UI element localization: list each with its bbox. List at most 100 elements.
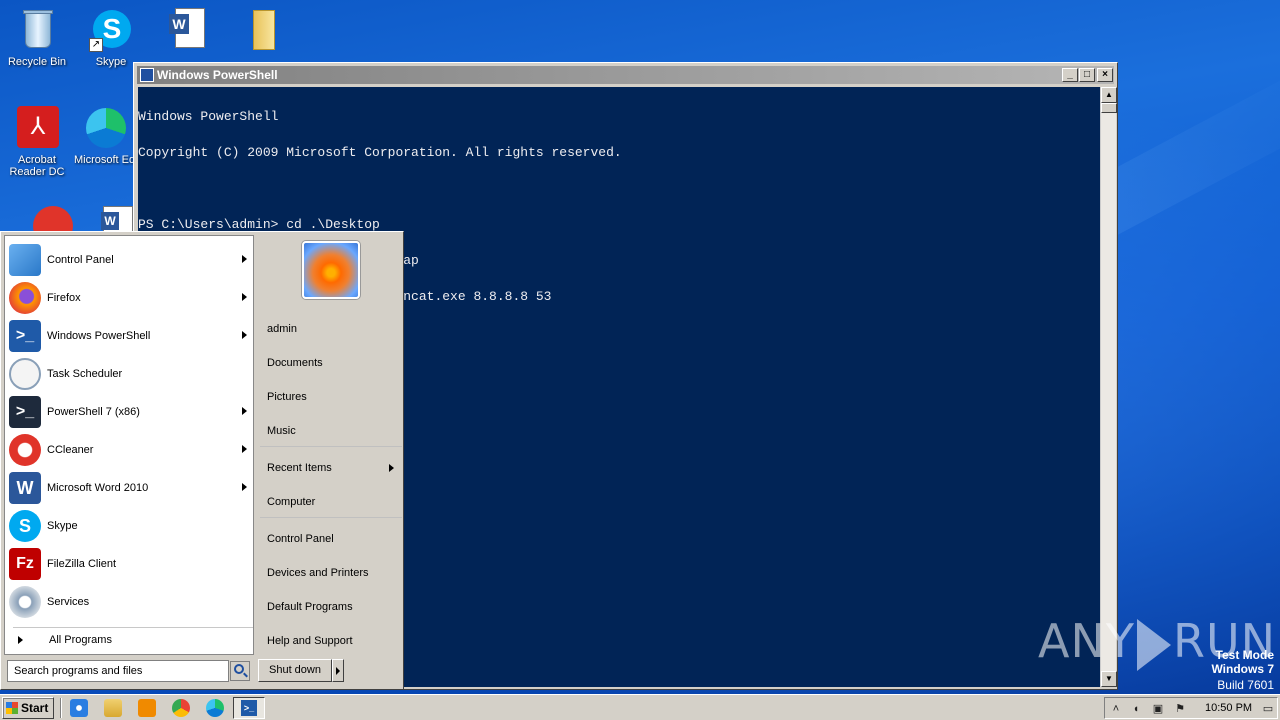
desktop-icon-recycle-bin[interactable]: Recycle Bin <box>0 6 74 68</box>
taskbar: Start >_ ˄ ◖ ▣ ⚑ 10:50 PM ▭ <box>0 694 1280 720</box>
program-control-panel[interactable]: Control Panel <box>9 241 253 279</box>
link-pictures[interactable]: Pictures <box>267 391 307 403</box>
places-divider <box>260 517 402 518</box>
places-divider <box>260 446 402 447</box>
test-mode-text: Test Mode <box>1215 648 1274 662</box>
clock[interactable]: 10:50 PM <box>1205 702 1252 714</box>
search-icon[interactable] <box>230 661 250 681</box>
console-line: PS C:\Users\admin> cd .\Desktop <box>138 217 380 232</box>
submenu-arrow-icon <box>242 331 247 339</box>
link-admin[interactable]: admin <box>267 323 297 335</box>
link-music[interactable]: Music <box>267 425 296 437</box>
show-hidden-icons-icon[interactable]: ˄ <box>1109 702 1123 716</box>
link-default-programs[interactable]: Default Programs <box>267 601 353 613</box>
desktop-icon-skype[interactable]: S ↗ Skype <box>74 6 148 68</box>
program-label: Microsoft Word 2010 <box>47 482 149 494</box>
desktop-icon-edge[interactable]: Microsoft Edge <box>74 104 134 166</box>
submenu-arrow-icon <box>242 407 247 415</box>
windows-version-text: Windows 7 <box>1211 662 1274 676</box>
taskbar-powershell-button[interactable]: >_ <box>233 697 265 719</box>
taskbar-divider <box>60 698 62 718</box>
scroll-down-button[interactable]: ▼ <box>1101 671 1117 687</box>
start-menu-places-panel: admin Documents Pictures Music Recent It… <box>256 235 402 655</box>
program-ccleaner[interactable]: CCleaner <box>9 431 253 469</box>
folder-icon <box>235 6 283 54</box>
desktop-icon-folder[interactable] <box>222 6 296 56</box>
program-label: Services <box>47 596 90 608</box>
edge-icon <box>80 104 128 152</box>
powershell-icon: >_ <box>241 700 257 716</box>
powershell-icon: >_ <box>9 320 41 352</box>
desktop-icon-word-document[interactable]: W <box>150 6 224 56</box>
all-programs-arrow-icon <box>18 636 23 644</box>
program-skype[interactable]: S Skype <box>9 507 253 545</box>
internet-explorer-icon[interactable] <box>70 699 88 717</box>
maximize-button[interactable]: □ <box>1079 68 1095 82</box>
submenu-arrow-icon <box>242 483 247 491</box>
user-avatar[interactable] <box>302 241 360 299</box>
link-recent-items[interactable]: Recent Items <box>267 462 332 474</box>
start-label: Start <box>21 701 49 715</box>
shutdown-options-button[interactable] <box>332 659 344 682</box>
program-label: Skype <box>47 520 78 532</box>
program-filezilla[interactable]: Fz FileZilla Client <box>9 545 253 583</box>
scroll-up-button[interactable]: ▲ <box>1101 87 1117 103</box>
watermark-brand-left: ANY <box>1038 614 1135 668</box>
link-devices-printers[interactable]: Devices and Printers <box>267 567 369 579</box>
program-label: Windows PowerShell <box>47 330 151 342</box>
desktop-icon-label: Microsoft Edge <box>74 154 134 166</box>
program-powershell-7[interactable]: >_ PowerShell 7 (x86) <box>9 393 253 431</box>
start-menu: Control Panel Firefox >_ Windows PowerSh… <box>0 231 404 690</box>
desktop-icon-label: Skype <box>95 56 127 68</box>
close-button[interactable]: × <box>1097 68 1113 82</box>
filezilla-icon: Fz <box>9 548 41 580</box>
minimize-button[interactable]: _ <box>1062 68 1078 82</box>
program-label: PowerShell 7 (x86) <box>47 406 140 418</box>
system-tray: ˄ ◖ ▣ ⚑ 10:50 PM ▭ <box>1104 697 1278 719</box>
program-label: FileZilla Client <box>47 558 117 570</box>
network-icon[interactable]: ▣ <box>1151 702 1165 716</box>
control-panel-icon <box>9 244 41 276</box>
windows-flag-icon <box>6 702 18 714</box>
play-logo-icon <box>1136 618 1171 671</box>
submenu-arrow-icon <box>242 445 247 453</box>
link-control-panel[interactable]: Control Panel <box>267 533 334 545</box>
all-programs-button[interactable]: All Programs <box>9 628 253 652</box>
console-line: Copyright (C) 2009 Microsoft Corporation… <box>138 145 622 160</box>
skype-icon: S ↗ <box>87 6 135 54</box>
program-microsoft-word[interactable]: W Microsoft Word 2010 <box>9 469 253 507</box>
chevron-right-icon <box>336 667 340 675</box>
program-firefox[interactable]: Firefox <box>9 279 253 317</box>
chrome-icon[interactable] <box>172 699 190 717</box>
console-scrollbar[interactable]: ▲ ▼ <box>1100 87 1117 687</box>
acrobat-icon: ⅄ <box>13 104 61 152</box>
word-document-icon: W <box>163 6 211 54</box>
link-help-support[interactable]: Help and Support <box>267 635 353 647</box>
link-computer[interactable]: Computer <box>267 496 315 508</box>
program-windows-powershell[interactable]: >_ Windows PowerShell <box>9 317 253 355</box>
desktop-icon-acrobat[interactable]: ⅄ Acrobat Reader DC <box>0 104 74 178</box>
all-programs-label: All Programs <box>49 634 112 646</box>
explorer-icon[interactable] <box>104 699 122 717</box>
powershell7-icon: >_ <box>9 396 41 428</box>
show-desktop-icon[interactable]: ▭ <box>1261 702 1275 716</box>
shutdown-button[interactable]: Shut down <box>258 659 332 682</box>
search-input[interactable]: Search programs and files <box>7 660 229 682</box>
start-menu-programs-panel: Control Panel Firefox >_ Windows PowerSh… <box>4 235 254 655</box>
edge-icon[interactable] <box>206 699 224 717</box>
submenu-arrow-icon <box>242 255 247 263</box>
volume-icon[interactable]: ◖ <box>1129 702 1143 716</box>
program-services[interactable]: Services <box>9 583 253 621</box>
powershell-titlebar[interactable]: Windows PowerShell _ □ × <box>137 66 1114 84</box>
link-documents[interactable]: Documents <box>267 357 323 369</box>
program-task-scheduler[interactable]: Task Scheduler <box>9 355 253 393</box>
action-center-flag-icon[interactable]: ⚑ <box>1173 702 1187 716</box>
start-button[interactable]: Start <box>2 697 54 719</box>
word-icon: W <box>9 472 41 504</box>
program-label: Control Panel <box>47 254 114 266</box>
scroll-thumb[interactable] <box>1101 103 1117 113</box>
skype-icon: S <box>9 510 41 542</box>
recycle-bin-icon <box>13 6 61 54</box>
media-player-icon[interactable] <box>138 699 156 717</box>
